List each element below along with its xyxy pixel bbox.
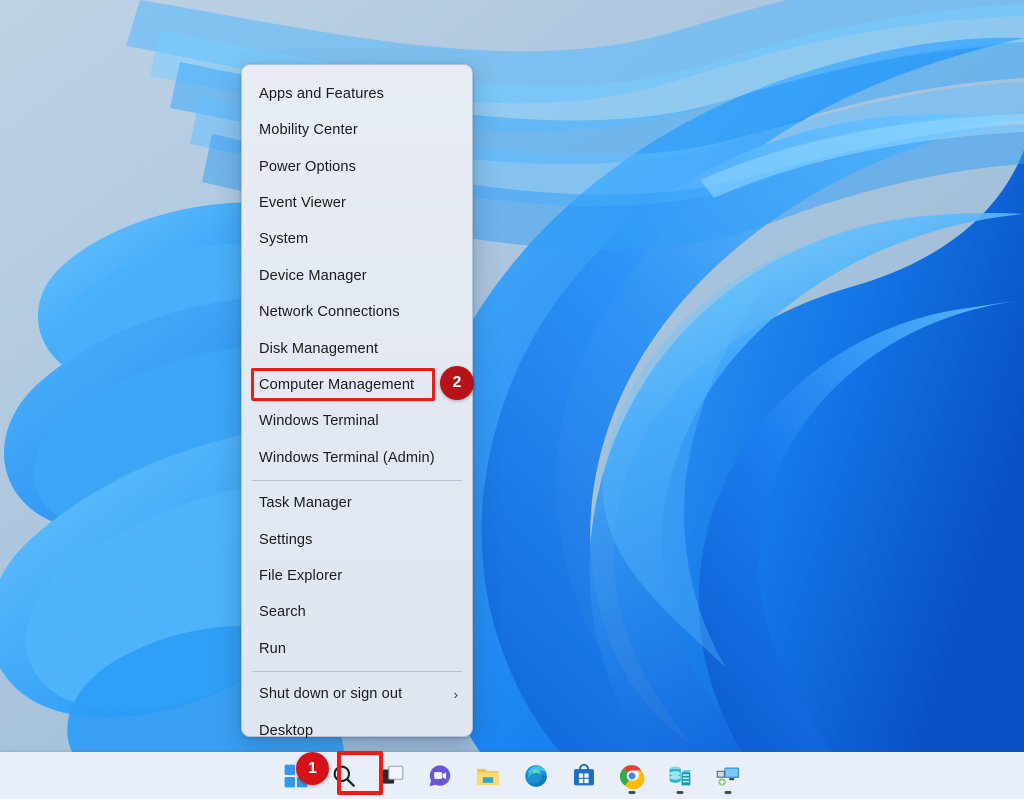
menu-item-label: Apps and Features xyxy=(259,85,385,102)
taskbar-icon-group xyxy=(276,756,748,796)
search-icon xyxy=(331,763,357,789)
menu-item-label: Settings xyxy=(259,531,313,548)
menu-item-label: Power Options xyxy=(259,158,357,175)
menu-item-shut-down-or-sign-out[interactable]: Shut down or sign out › xyxy=(242,676,472,712)
task-view-button[interactable] xyxy=(372,756,412,796)
edge-button[interactable] xyxy=(516,756,556,796)
chevron-right-icon: › xyxy=(453,686,458,702)
menu-item-label: Task Manager xyxy=(259,495,352,512)
menu-item-search[interactable]: Search xyxy=(242,594,472,630)
desktop-wallpaper[interactable] xyxy=(0,0,1024,752)
menu-item-label: Shut down or sign out xyxy=(259,686,403,703)
taskbar[interactable] xyxy=(0,752,1024,799)
store-button[interactable] xyxy=(564,756,604,796)
menu-item-task-manager[interactable]: Task Manager xyxy=(242,485,472,521)
menu-item-label: Event Viewer xyxy=(259,195,346,212)
desktop-screen: Apps and Features Mobility Center Power Op… xyxy=(0,0,1024,799)
chrome-icon xyxy=(619,763,645,789)
bloom-wallpaper-art xyxy=(0,0,1024,752)
menu-item-desktop[interactable]: Desktop xyxy=(242,713,472,749)
menu-item-computer-management[interactable]: Computer Management xyxy=(242,367,472,403)
menu-item-apps-and-features[interactable]: Apps and Features xyxy=(242,76,472,112)
chat-button[interactable] xyxy=(420,756,460,796)
remote-desktop-icon xyxy=(715,763,741,789)
menu-item-power-options[interactable]: Power Options xyxy=(242,149,472,185)
menu-item-run[interactable]: Run xyxy=(242,631,472,667)
menu-item-label: Search xyxy=(259,604,306,621)
remote-desktop-button[interactable] xyxy=(708,756,748,796)
menu-item-label: File Explorer xyxy=(259,567,343,584)
menu-item-event-viewer[interactable]: Event Viewer xyxy=(242,185,472,221)
menu-item-label: Computer Management xyxy=(259,377,415,394)
menu-item-settings[interactable]: Settings xyxy=(242,522,472,558)
menu-item-label: Mobility Center xyxy=(259,122,358,139)
folder-icon xyxy=(475,763,501,789)
menu-item-system[interactable]: System xyxy=(242,222,472,258)
menu-item-label: Device Manager xyxy=(259,267,367,284)
menu-item-network-connections[interactable]: Network Connections xyxy=(242,294,472,330)
menu-item-label: Run xyxy=(259,640,287,657)
file-explorer-button[interactable] xyxy=(468,756,508,796)
callout-badge-1: 1 xyxy=(296,752,329,785)
menu-item-windows-terminal-admin[interactable]: Windows Terminal (Admin) xyxy=(242,440,472,476)
menu-item-label: Windows Terminal xyxy=(259,413,379,430)
menu-item-device-manager[interactable]: Device Manager xyxy=(242,258,472,294)
menu-item-label: Desktop xyxy=(259,722,314,739)
winx-context-menu[interactable]: Apps and Features Mobility Center Power Op… xyxy=(241,64,473,738)
menu-item-label: System xyxy=(259,231,309,248)
callout-badge-2: 2 xyxy=(440,366,474,400)
menu-separator xyxy=(252,671,462,673)
chrome-button[interactable] xyxy=(612,756,652,796)
menu-item-label: Windows Terminal (Admin) xyxy=(259,449,435,466)
running-indicator xyxy=(676,790,684,794)
database-server-icon xyxy=(667,763,693,789)
server-button[interactable] xyxy=(660,756,700,796)
edge-icon xyxy=(523,763,549,789)
store-bag-icon xyxy=(571,763,597,789)
running-indicator xyxy=(724,790,732,794)
menu-item-file-explorer[interactable]: File Explorer xyxy=(242,558,472,594)
task-view-icon xyxy=(379,763,405,789)
menu-item-label: Network Connections xyxy=(259,304,400,321)
menu-item-windows-terminal[interactable]: Windows Terminal xyxy=(242,404,472,440)
menu-item-disk-management[interactable]: Disk Management xyxy=(242,331,472,367)
menu-item-label: Disk Management xyxy=(259,340,379,357)
menu-separator xyxy=(252,480,462,482)
chat-video-icon xyxy=(427,763,453,789)
menu-item-mobility-center[interactable]: Mobility Center xyxy=(242,112,472,148)
search-button[interactable] xyxy=(324,756,364,796)
running-indicator xyxy=(628,790,636,794)
